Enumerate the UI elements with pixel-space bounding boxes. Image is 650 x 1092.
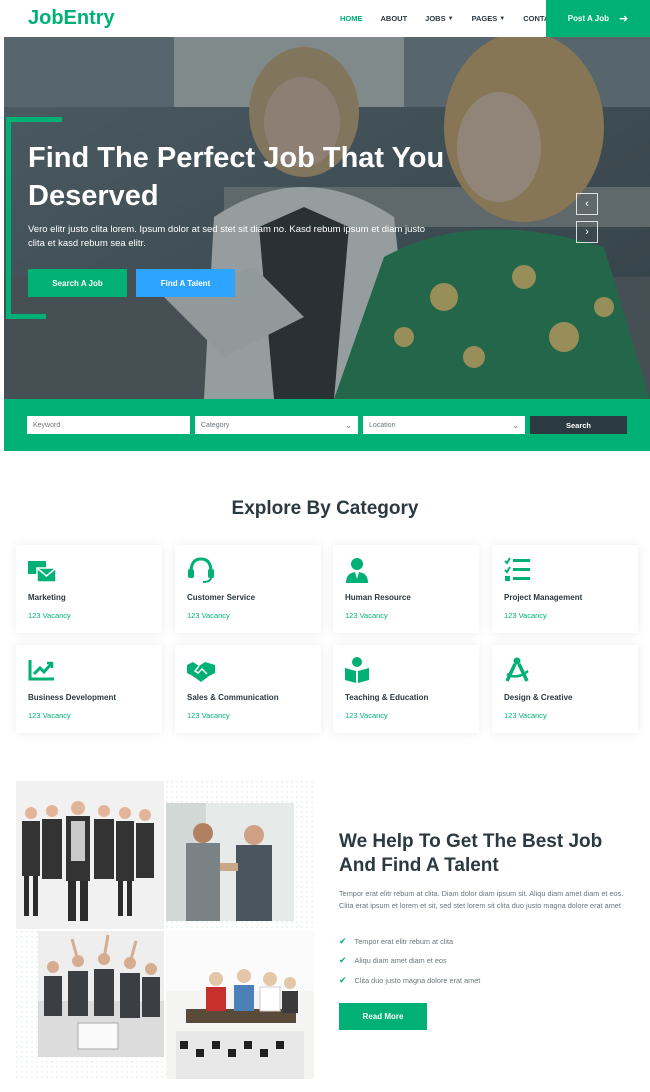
chevron-down-icon: ⌄ [345, 420, 352, 430]
nav-home-label: HOME [340, 14, 363, 23]
category-vacancy: 123 Vacancy [187, 711, 230, 720]
meeting-photo [166, 931, 314, 1079]
about-check-item: ✔ Tempor erat elitr rebum at clita [339, 936, 453, 947]
carousel-prev-button[interactable]: ‹ [576, 193, 598, 215]
chevron-right-icon: › [585, 226, 589, 238]
category-card-business-development[interactable]: Business Development 123 Vacancy [16, 645, 162, 733]
category-select-label: Category [201, 421, 230, 429]
category-vacancy: 123 Vacancy [28, 611, 71, 620]
user-tie-icon [346, 558, 368, 583]
category-name: Sales & Communication [187, 693, 279, 702]
about-check-item: ✔ Clita duo justo magna dolore erat amet [339, 975, 480, 986]
team-photo [16, 781, 164, 929]
nav-pages-label: PAGES [471, 14, 498, 23]
nav-about[interactable]: ABOUT [381, 14, 408, 23]
hero-accent [6, 117, 11, 319]
search-button[interactable]: Search [530, 416, 627, 434]
nav-pages[interactable]: PAGES ▼ [472, 14, 506, 23]
category-vacancy: 123 Vacancy [345, 611, 388, 620]
handshake-photo [166, 803, 294, 921]
hero-accent [6, 314, 46, 319]
celebration-photo [38, 931, 164, 1057]
drafting-compass-icon [505, 657, 529, 682]
category-name: Project Management [504, 593, 583, 602]
chevron-down-icon: ▼ [499, 15, 506, 22]
category-card-customer-service[interactable]: Customer Service 123 Vacancy [175, 545, 321, 633]
category-select[interactable]: Category ⌄ [195, 416, 358, 434]
category-name: Marketing [28, 593, 66, 602]
check-item-label: Aliqu diam amet diam et eos [354, 956, 447, 965]
check-icon: ✔ [339, 936, 347, 946]
about-title: We Help To Get The Best Job And Find A T… [339, 831, 603, 876]
category-name: Business Development [28, 693, 117, 702]
category-card-teaching-education[interactable]: Teaching & Education 123 Vacancy [333, 645, 479, 733]
nav-about-label: ABOUT [380, 14, 408, 23]
book-reader-icon [345, 657, 369, 683]
location-select-label: Location [369, 421, 396, 429]
navbar: JobEntry HOME ABOUT JOBS ▼ PAGES ▼ CONTACT… [0, 0, 650, 37]
nav-jobs-label: JOBS [425, 14, 446, 23]
category-card-human-resource[interactable]: Human Resource 123 Vacancy [333, 545, 479, 633]
category-card-sales-communication[interactable]: Sales & Communication 123 Vacancy [175, 645, 321, 733]
about-image-grid [16, 781, 314, 1079]
read-more-button[interactable]: Read More [339, 1003, 427, 1030]
hero-title: Find The Perfect Job That You Deserved [28, 142, 445, 212]
location-select[interactable]: Location ⌄ [363, 416, 525, 434]
about-text: Tempor erat elitr rebum at clita. Diam d… [339, 889, 624, 910]
category-name: Design & Creative [504, 693, 573, 702]
hero-carousel: Find The Perfect Job That You Deserved V… [4, 37, 650, 399]
check-icon: ✔ [339, 955, 347, 965]
chevron-down-icon: ▼ [447, 15, 454, 22]
nav-links: HOME ABOUT JOBS ▼ PAGES ▼ CONTACT [340, 0, 577, 37]
hero-overlay [4, 37, 650, 399]
category-name: Human Resource [345, 593, 411, 602]
brand-logo[interactable]: JobEntry [28, 7, 115, 30]
category-section-title: Explore By Category [231, 498, 419, 519]
check-item-label: Tempor erat elitr rebum at clita [354, 937, 454, 946]
job-search-bar: Category ⌄ Location ⌄ Search [4, 399, 650, 451]
category-vacancy: 123 Vacancy [504, 611, 547, 620]
category-vacancy: 123 Vacancy [345, 711, 388, 720]
nav-home[interactable]: HOME [340, 14, 363, 23]
carousel-next-button[interactable]: › [576, 221, 598, 243]
tasks-icon [504, 557, 530, 581]
nav-jobs[interactable]: JOBS ▼ [425, 14, 453, 23]
check-item-label: Clita duo justo magna dolore erat amet [354, 976, 481, 985]
category-vacancy: 123 Vacancy [28, 711, 71, 720]
mail-bulk-icon [28, 561, 56, 583]
post-job-label: Post A Job [567, 14, 609, 23]
category-card-marketing[interactable]: Marketing 123 Vacancy [16, 545, 162, 633]
category-card-project-management[interactable]: Project Management 123 Vacancy [492, 545, 638, 633]
arrow-right-icon: ➜ [618, 13, 629, 25]
headset-icon [188, 557, 214, 583]
category-vacancy: 123 Vacancy [187, 611, 230, 620]
keyword-input[interactable] [27, 416, 190, 434]
hero-accent [6, 117, 62, 122]
category-name: Teaching & Education [345, 693, 429, 702]
chart-line-icon [28, 660, 54, 681]
about-check-item: ✔ Aliqu diam amet diam et eos [339, 955, 447, 966]
category-card-design-creative[interactable]: Design & Creative 123 Vacancy [492, 645, 638, 733]
check-icon: ✔ [339, 975, 347, 985]
chevron-left-icon: ‹ [585, 198, 589, 210]
search-job-button[interactable]: Search A Job [28, 269, 127, 297]
hero-text: Vero elitr justo clita lorem. Ipsum dolo… [28, 224, 426, 249]
category-name: Customer Service [187, 593, 256, 602]
post-job-button[interactable]: Post A Job ➜ [546, 0, 650, 37]
category-vacancy: 123 Vacancy [504, 711, 547, 720]
find-talent-button[interactable]: Find A Talent [136, 269, 235, 297]
chevron-down-icon: ⌄ [512, 420, 519, 430]
handshake-icon [187, 662, 215, 682]
